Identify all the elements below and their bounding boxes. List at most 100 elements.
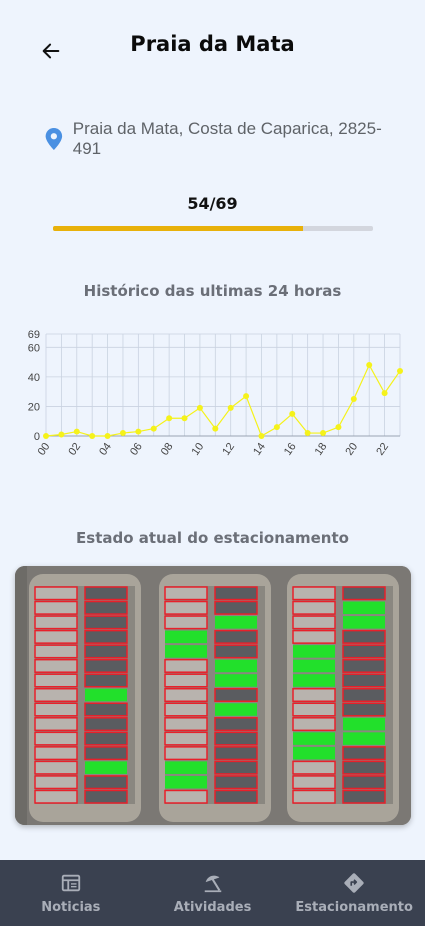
parking-spot-right (342, 644, 386, 659)
parking-spot-left (34, 673, 78, 688)
x-tick-label: 08 (159, 441, 176, 458)
parking-spot-left (164, 789, 208, 804)
x-tick-label: 22 (374, 441, 391, 458)
parking-spot-right (84, 746, 128, 761)
nav-label: Estacionamento (295, 899, 413, 915)
parking-spot-right (214, 629, 258, 644)
x-tick-label: 02 (66, 441, 83, 458)
parking-spot-right (342, 673, 386, 688)
x-tick-label: 14 (251, 441, 268, 458)
parking-spot-left (292, 629, 336, 644)
directions-sign-icon (344, 872, 364, 893)
parking-spot-left (34, 658, 78, 673)
parking-spot-left (292, 687, 336, 703)
x-tick-label: 12 (220, 441, 237, 458)
data-point (89, 433, 96, 439)
data-point (335, 424, 342, 431)
parking-spot-left (165, 645, 207, 658)
parking-spot-right (85, 761, 127, 774)
parking-spot-right (343, 732, 385, 745)
nav-estacionamento[interactable]: Estacionamento (283, 860, 425, 926)
parking-spot-left (293, 659, 335, 673)
parking-spot-left (293, 674, 335, 687)
data-point (273, 424, 280, 431)
parking-spot-left (34, 586, 78, 601)
history-title: Histórico das ultimas 24 horas (83, 282, 342, 300)
parking-spot-left (165, 630, 207, 644)
parking-spot-left (164, 746, 208, 761)
parking-spot-left (34, 644, 78, 659)
location-address: Praia da Mata, Costa de Caparica, 2825-4… (72, 119, 382, 158)
data-point (166, 415, 173, 422)
parking-spot-left (34, 746, 78, 761)
parking-spot-left (164, 702, 208, 717)
data-point (243, 393, 250, 400)
parking-spot-left (34, 789, 78, 804)
parking-spot-left (34, 760, 78, 775)
parking-spot-right (343, 717, 385, 731)
parking-spot-right (215, 703, 257, 716)
data-point (397, 367, 403, 374)
parking-spot-right (84, 615, 128, 630)
data-point (104, 433, 111, 439)
parking-spot-right (84, 644, 128, 659)
parking-spot-right (214, 717, 258, 732)
parking-spot-left (34, 702, 78, 717)
data-point (43, 433, 49, 439)
data-point (350, 396, 357, 403)
parking-spot-right (85, 688, 127, 702)
x-tick-label: 10 (190, 441, 207, 458)
data-point (58, 431, 65, 438)
parking-spot-left (165, 761, 207, 774)
parking-spot-left (293, 645, 335, 658)
x-tick-label: 18 (313, 441, 330, 458)
parking-spot-left (34, 717, 78, 732)
parking-spot-right (214, 731, 258, 746)
parking-spot-left (292, 775, 336, 790)
parking-lot-image (15, 566, 411, 825)
parking-spot-left (292, 600, 336, 615)
nav-label: Atividades (173, 899, 252, 915)
y-tick-label: 60 (28, 342, 40, 354)
nav-noticias[interactable]: Noticias (0, 860, 142, 926)
parking-spot-left (293, 732, 335, 745)
parking-spot-right (214, 760, 258, 775)
data-point (320, 430, 327, 437)
parking-spot-right (214, 687, 258, 703)
parking-spot-left (292, 760, 336, 775)
x-tick-label: 16 (282, 441, 299, 458)
parking-spot-right (343, 616, 385, 629)
bottom-navigation: Noticias Atividades Estacionamento (0, 860, 425, 926)
parking-spot-right (214, 775, 258, 790)
parking-spot-right (84, 629, 128, 644)
parking-spot-right (215, 674, 257, 687)
data-point (258, 433, 265, 439)
nav-label: Noticias (41, 899, 101, 915)
parking-spot-right (84, 702, 128, 717)
parking-spot-right (214, 600, 258, 615)
data-point (212, 425, 219, 432)
parking-spot-right (214, 746, 258, 761)
data-point (366, 362, 373, 369)
parking-spot-right (342, 746, 386, 761)
y-tick-label: 69 (28, 329, 40, 341)
data-point (181, 415, 188, 422)
parking-spot-left (165, 775, 207, 789)
data-point (150, 425, 157, 432)
app-header: Praia da Mata (0, 0, 425, 95)
data-point (289, 410, 296, 417)
parking-spot-right (84, 673, 128, 688)
nav-atividades[interactable]: Atividades (142, 860, 284, 926)
parking-spot-right (342, 775, 386, 790)
occupancy-count: 54/69 (187, 194, 238, 213)
current-status-title: Estado atual do estacionamento (76, 529, 349, 547)
parking-spot-left (34, 687, 78, 703)
parking-spot-left (34, 600, 78, 615)
parking-spot-right (342, 586, 386, 601)
parking-spot-right (214, 586, 258, 601)
parking-spot-left (34, 775, 78, 790)
parking-spot-left (164, 673, 208, 688)
parking-spot-right (215, 616, 257, 629)
parking-aerial-view (15, 566, 411, 825)
parking-spot-right (342, 629, 386, 644)
